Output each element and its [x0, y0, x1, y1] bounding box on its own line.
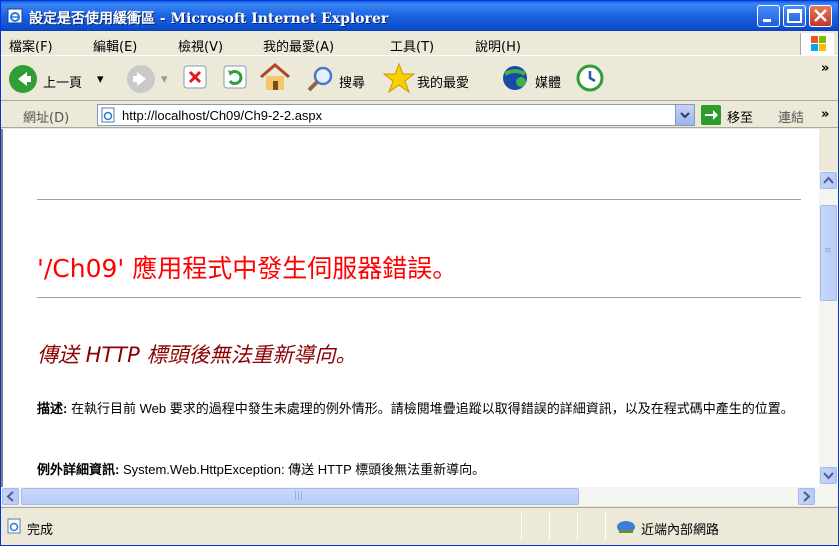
go-arrow-icon [705, 110, 718, 120]
toolbar: 上一頁 ▾ ▾ 搜尋 我的最愛 媒體 » [1, 57, 838, 101]
description-text: 在執行目前 Web 要求的過程中發生未處理的例外情形。請檢閱堆疊追蹤以取得錯誤的… [70, 401, 794, 416]
back-label: 上一頁 [43, 76, 83, 91]
description-label: 描述: [37, 401, 68, 416]
menu-help[interactable]: 說明(H) [475, 36, 521, 55]
back-button[interactable]: 上一頁 ▾ [5, 61, 125, 97]
media-button[interactable]: 媒體 [499, 61, 569, 97]
divider [37, 297, 801, 298]
menu-tools[interactable]: 工具(T) [390, 36, 434, 55]
chevron-left-icon [6, 491, 14, 502]
horizontal-scroll-thumb[interactable]: ||| [21, 488, 579, 505]
vertical-scroll-thumb[interactable]: ≡ [820, 205, 837, 301]
exception-label: 例外詳細資訊: [37, 462, 120, 477]
forward-arrow-icon [127, 65, 155, 93]
page-icon [101, 107, 115, 123]
window-title: 設定是否使用緩衝區 - Microsoft Internet Explorer [29, 11, 389, 27]
grip-icon: ≡ [824, 246, 832, 256]
menu-view[interactable]: 檢視(V) [178, 36, 223, 55]
scroll-left-button[interactable] [2, 488, 19, 505]
links-button[interactable]: 連結 [778, 107, 804, 126]
chevron-up-icon [823, 176, 834, 184]
search-label: 搜尋 [339, 76, 366, 91]
menu-bar: 檔案(F) 編輯(E) 檢視(V) 我的最愛(A) 工具(T) 說明(H) [1, 31, 838, 56]
minimize-icon [763, 19, 771, 22]
forward-dropdown-icon[interactable]: ▾ [161, 72, 168, 87]
back-arrow-icon [9, 65, 37, 93]
menu-edit[interactable]: 編輯(E) [93, 36, 137, 55]
search-icon [307, 66, 333, 92]
history-icon[interactable] [573, 61, 607, 97]
favorites-label: 我的最愛 [417, 76, 470, 91]
vertical-scrollbar[interactable]: ≡ [819, 171, 838, 487]
error-title: '/Ch09' 應用程式中發生伺服器錯誤。 [37, 254, 458, 283]
chevron-down-icon [823, 472, 834, 480]
page-done-icon [7, 518, 21, 534]
status-text: 完成 [27, 523, 54, 538]
chevron-right-icon [803, 491, 811, 502]
status-separator [549, 512, 550, 540]
menu-file[interactable]: 檔案(F) [9, 36, 53, 55]
menu-favorites[interactable]: 我的最愛(A) [263, 36, 334, 55]
media-icon [503, 66, 527, 90]
links-more-icon[interactable]: » [821, 107, 829, 122]
forward-button[interactable]: ▾ [123, 61, 173, 97]
error-subtitle: 傳送 HTTP 標頭後無法重新導向。 [37, 343, 357, 367]
close-button[interactable] [809, 5, 832, 27]
back-dropdown-icon[interactable]: ▾ [97, 72, 104, 87]
error-description: 描述: 在執行目前 Web 要求的過程中發生未處理的例外情形。請檢閱堆疊追蹤以取… [37, 401, 797, 417]
chevron-down-icon [680, 112, 690, 119]
minimize-button[interactable] [757, 5, 780, 27]
favorites-star-icon [382, 62, 416, 94]
search-button[interactable]: 搜尋 [303, 61, 383, 97]
toolbar-more-icon[interactable]: » [821, 61, 829, 76]
title-bar[interactable]: 設定是否使用緩衝區 - Microsoft Internet Explorer [1, 1, 838, 31]
status-separator [521, 512, 522, 540]
status-separator [577, 512, 578, 540]
browser-window: 設定是否使用緩衝區 - Microsoft Internet Explorer … [0, 0, 839, 546]
intranet-zone-icon [617, 521, 635, 533]
scroll-right-button[interactable] [798, 488, 815, 505]
go-button[interactable] [701, 105, 721, 125]
status-separator [605, 512, 606, 540]
address-input[interactable]: http://localhost/Ch09/Ch9-2-2.aspx [97, 104, 695, 126]
exception-details: 例外詳細資訊: System.Web.HttpException: 傳送 HTT… [37, 459, 485, 478]
go-label[interactable]: 移至 [727, 107, 753, 126]
address-bar: 網址(D) http://localhost/Ch09/Ch9-2-2.aspx… [1, 102, 838, 128]
address-dropdown-button[interactable] [675, 105, 694, 125]
grip-icon: ||| [294, 491, 304, 501]
media-label: 媒體 [535, 76, 562, 91]
close-icon [814, 9, 827, 22]
horizontal-scrollbar[interactable]: ||| [1, 487, 838, 506]
favorites-button[interactable]: 我的最愛 [381, 61, 501, 97]
security-zone: 近端內部網路 [641, 523, 720, 538]
address-url: http://localhost/Ch09/Ch9-2-2.aspx [122, 108, 323, 123]
status-bar: 完成 近端內部網路 [1, 507, 838, 545]
refresh-icon[interactable] [219, 61, 251, 97]
windows-logo [800, 33, 834, 55]
stop-icon[interactable] [179, 61, 211, 97]
exception-text: System.Web.HttpException: 傳送 HTTP 標頭後無法重… [122, 462, 486, 477]
address-label: 網址(D) [23, 111, 70, 126]
ie-icon [7, 8, 23, 24]
windows-flag-icon [811, 36, 826, 51]
maximize-button[interactable] [783, 5, 806, 27]
maximize-icon [787, 9, 802, 23]
page-viewport [1, 129, 819, 487]
divider [37, 199, 801, 200]
home-icon[interactable] [257, 61, 293, 97]
scroll-up-button[interactable] [820, 172, 837, 189]
scroll-down-button[interactable] [820, 467, 837, 484]
